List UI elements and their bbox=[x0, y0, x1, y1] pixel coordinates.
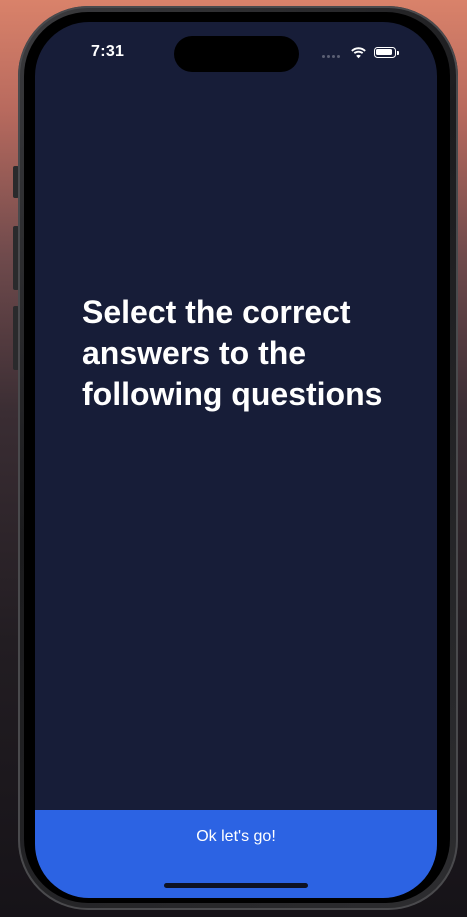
dynamic-island bbox=[174, 36, 299, 72]
status-time: 7:31 bbox=[91, 43, 125, 60]
app-screen: 7:31 Select the correct answers to the f… bbox=[35, 22, 437, 898]
cellular-dots-icon bbox=[322, 55, 340, 58]
wifi-icon bbox=[351, 47, 366, 59]
status-bar: 7:31 bbox=[35, 22, 437, 82]
start-quiz-button-label: Ok let's go! bbox=[196, 828, 276, 845]
battery-icon bbox=[374, 47, 399, 58]
page-title: Select the correct answers to the follow… bbox=[82, 294, 383, 412]
home-indicator[interactable] bbox=[164, 883, 308, 888]
